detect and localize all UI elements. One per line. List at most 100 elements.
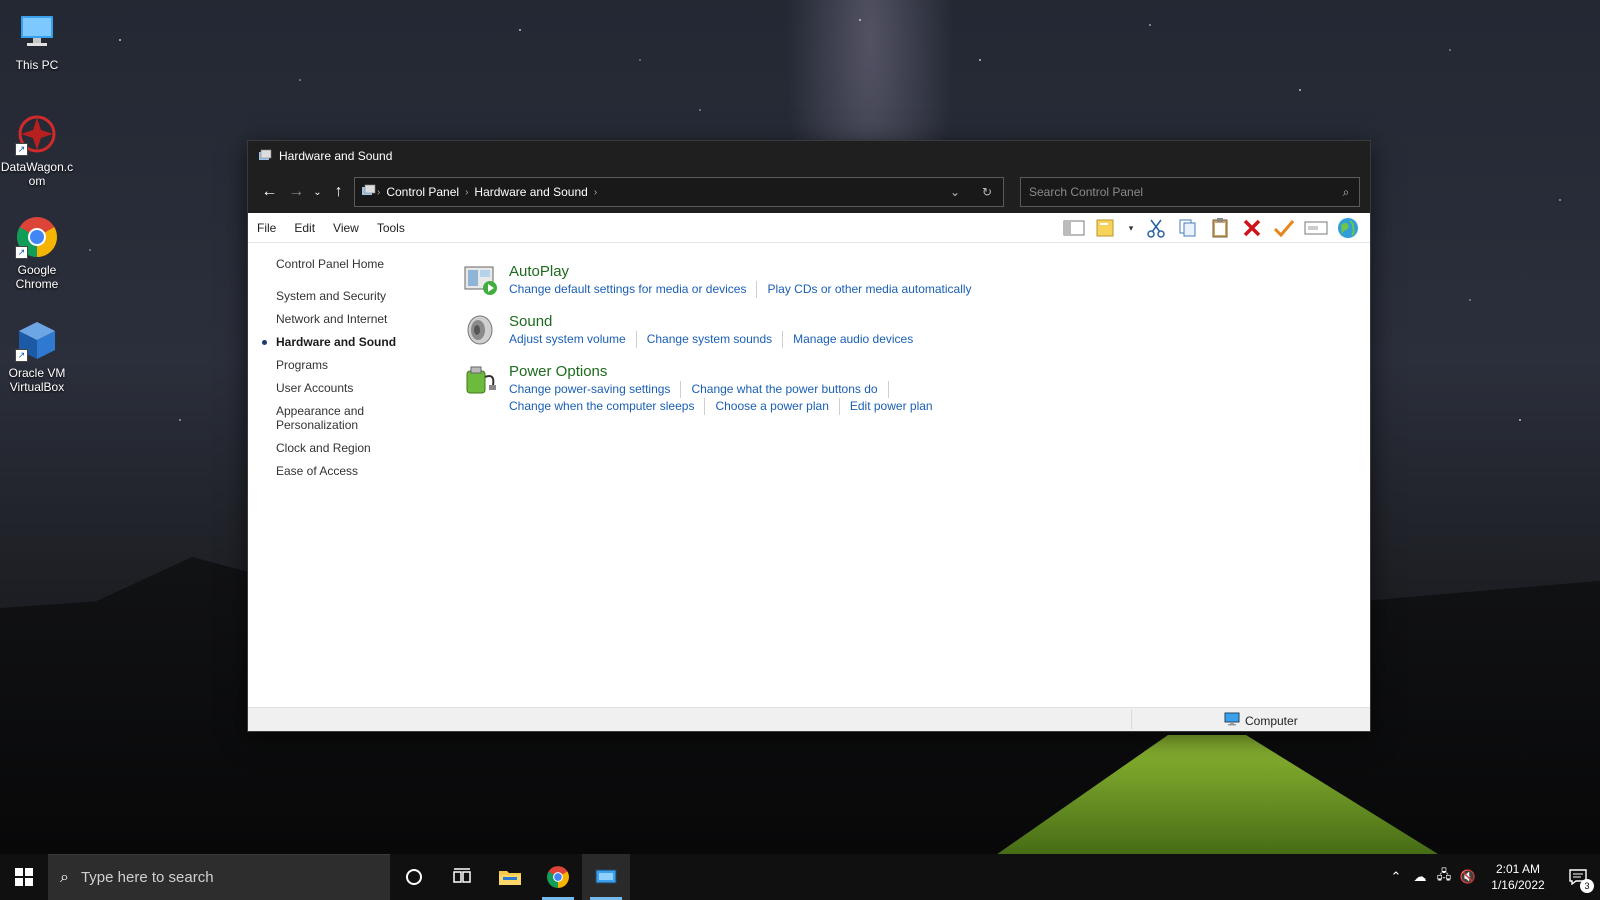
menu-tools[interactable]: Tools xyxy=(368,221,414,235)
control-panel-icon xyxy=(258,149,272,163)
left-nav: Control Panel Home System and Security N… xyxy=(248,243,463,713)
address-dropdown-button[interactable]: ⌄ xyxy=(939,178,971,206)
nav-programs[interactable]: Programs xyxy=(276,358,463,372)
search-input[interactable] xyxy=(1029,185,1333,199)
folder-icon xyxy=(499,871,521,885)
nav-hardware-and-sound[interactable]: Hardware and Sound xyxy=(262,335,463,349)
link-change-power-saving-settings[interactable]: Change power-saving settings xyxy=(509,381,682,398)
control-panel-icon xyxy=(595,869,617,884)
category-power-options: Power Options Change power-saving settin… xyxy=(463,363,1370,415)
clock-date: 1/16/2022 xyxy=(1491,878,1545,892)
taskbar: ⌕ Type here to search ⌃ ☁ 🖧 🔇 2:01 AM 1/… xyxy=(0,854,1600,900)
search-box[interactable]: ⌕ xyxy=(1020,177,1360,207)
checkmark-icon[interactable] xyxy=(1272,216,1296,240)
status-location-label: Computer xyxy=(1245,713,1298,728)
desktop-icon-this-pc[interactable]: This PC xyxy=(0,10,74,72)
taskbar-search[interactable]: ⌕ Type here to search xyxy=(48,854,390,900)
breadcrumb-hardware-and-sound[interactable]: Hardware and Sound xyxy=(474,185,587,199)
virtualbox-icon: ↗ xyxy=(15,318,59,362)
network-icon[interactable]: 🖧 xyxy=(1432,866,1456,888)
nav-appearance-and-personalization[interactable]: Appearance and Personalization xyxy=(276,404,386,432)
speaker-icon[interactable] xyxy=(463,313,509,353)
computer-icon xyxy=(1224,712,1240,729)
cortana-button[interactable] xyxy=(390,854,438,900)
start-button[interactable] xyxy=(0,854,48,900)
autoplay-title[interactable]: AutoPlay xyxy=(509,263,992,281)
link-manage-audio-devices[interactable]: Manage audio devices xyxy=(793,331,923,348)
clock[interactable]: 2:01 AM 1/16/2022 xyxy=(1480,861,1556,893)
desktop-icon-datawagon[interactable]: ↗ DataWagon.com xyxy=(0,112,74,188)
rename-icon[interactable] xyxy=(1304,216,1328,240)
main-panel: AutoPlay Change default settings for med… xyxy=(463,243,1370,713)
link-change-system-sounds[interactable]: Change system sounds xyxy=(647,331,784,348)
status-bar: Computer xyxy=(248,707,1370,731)
monitor-icon xyxy=(15,10,59,54)
breadcrumb-separator[interactable]: › xyxy=(465,187,468,198)
nav-ease-of-access[interactable]: Ease of Access xyxy=(276,464,463,478)
address-bar[interactable]: › Control Panel › Hardware and Sound › ⌄… xyxy=(354,177,1004,207)
globe-icon[interactable] xyxy=(1336,216,1360,240)
back-button[interactable]: ← xyxy=(258,178,281,206)
desktop-icon-label: DataWagon.com xyxy=(0,160,74,188)
search-icon: ⌕ xyxy=(60,868,69,886)
desktop-icon-chrome[interactable]: ↗ Google Chrome xyxy=(0,215,74,291)
windows-logo-icon xyxy=(15,868,33,886)
breadcrumb-separator[interactable]: › xyxy=(594,187,597,198)
link-change-when-computer-sleeps[interactable]: Change when the computer sleeps xyxy=(509,398,706,415)
task-view-icon xyxy=(453,868,471,883)
nav-user-accounts[interactable]: User Accounts xyxy=(276,381,463,395)
task-view-button[interactable] xyxy=(438,854,486,900)
nav-clock-and-region[interactable]: Clock and Region xyxy=(276,441,463,455)
recent-locations-button[interactable]: ⌄ xyxy=(312,178,323,206)
dropdown-icon[interactable]: ▾ xyxy=(1126,216,1136,240)
paste-icon[interactable] xyxy=(1208,216,1232,240)
taskbar-file-explorer[interactable] xyxy=(486,854,534,900)
delete-icon[interactable] xyxy=(1240,216,1264,240)
shortcut-arrow-icon: ↗ xyxy=(15,143,28,156)
search-icon[interactable]: ⌕ xyxy=(1333,185,1359,200)
nav-control-panel-home[interactable]: Control Panel Home xyxy=(276,257,463,271)
link-change-default-media-settings[interactable]: Change default settings for media or dev… xyxy=(509,281,758,298)
link-adjust-system-volume[interactable]: Adjust system volume xyxy=(509,331,637,348)
link-edit-power-plan[interactable]: Edit power plan xyxy=(850,398,943,415)
desktop-icon-label: Oracle VM VirtualBox xyxy=(8,366,66,394)
datawagon-icon: ↗ xyxy=(15,112,59,156)
copy-icon[interactable] xyxy=(1176,216,1200,240)
content-area: Control Panel Home System and Security N… xyxy=(248,243,1370,713)
nav-network-and-internet[interactable]: Network and Internet xyxy=(276,312,463,326)
cut-icon[interactable] xyxy=(1144,216,1168,240)
control-panel-window: Hardware and Sound ← → ⌄ ↑ › Control Pan… xyxy=(247,140,1371,732)
window-titlebar[interactable]: Hardware and Sound xyxy=(248,141,1370,171)
desktop-icon-virtualbox[interactable]: ↗ Oracle VM VirtualBox xyxy=(0,318,74,394)
breadcrumb-separator[interactable]: › xyxy=(377,187,380,198)
nav-system-and-security[interactable]: System and Security xyxy=(276,289,463,303)
forward-button[interactable]: → xyxy=(285,178,308,206)
desktop-icon-label: Google Chrome xyxy=(15,263,59,291)
sound-title[interactable]: Sound xyxy=(509,313,933,331)
chevron-up-icon[interactable]: ⌃ xyxy=(1384,869,1408,885)
taskbar-search-placeholder: Type here to search xyxy=(80,869,214,886)
breadcrumb-control-panel[interactable]: Control Panel xyxy=(386,185,459,199)
power-options-title[interactable]: Power Options xyxy=(509,363,1029,381)
onedrive-icon[interactable]: ☁ xyxy=(1408,869,1432,885)
taskbar-chrome[interactable] xyxy=(534,854,582,900)
volume-muted-icon[interactable]: 🔇 xyxy=(1456,869,1480,885)
panes-icon[interactable] xyxy=(1062,216,1086,240)
link-play-cds-automatically[interactable]: Play CDs or other media automatically xyxy=(767,281,981,298)
properties-icon[interactable] xyxy=(1094,216,1118,240)
taskbar-control-panel[interactable] xyxy=(582,854,630,900)
power-options-icon[interactable] xyxy=(463,363,509,403)
action-center-button[interactable]: 3 xyxy=(1556,854,1600,900)
up-button[interactable]: ↑ xyxy=(327,178,350,206)
menu-edit[interactable]: Edit xyxy=(285,221,324,235)
desktop-icon-label: This PC xyxy=(15,58,59,72)
notification-badge: 3 xyxy=(1580,879,1594,893)
refresh-button[interactable]: ↻ xyxy=(971,178,1003,206)
status-location: Computer xyxy=(1224,712,1298,729)
link-choose-power-plan[interactable]: Choose a power plan xyxy=(715,398,840,415)
autoplay-icon[interactable] xyxy=(463,263,509,303)
link-change-power-buttons[interactable]: Change what the power buttons do xyxy=(691,381,889,398)
shortcut-arrow-icon: ↗ xyxy=(15,246,28,259)
menu-view[interactable]: View xyxy=(324,221,368,235)
menu-file[interactable]: File xyxy=(248,221,285,235)
